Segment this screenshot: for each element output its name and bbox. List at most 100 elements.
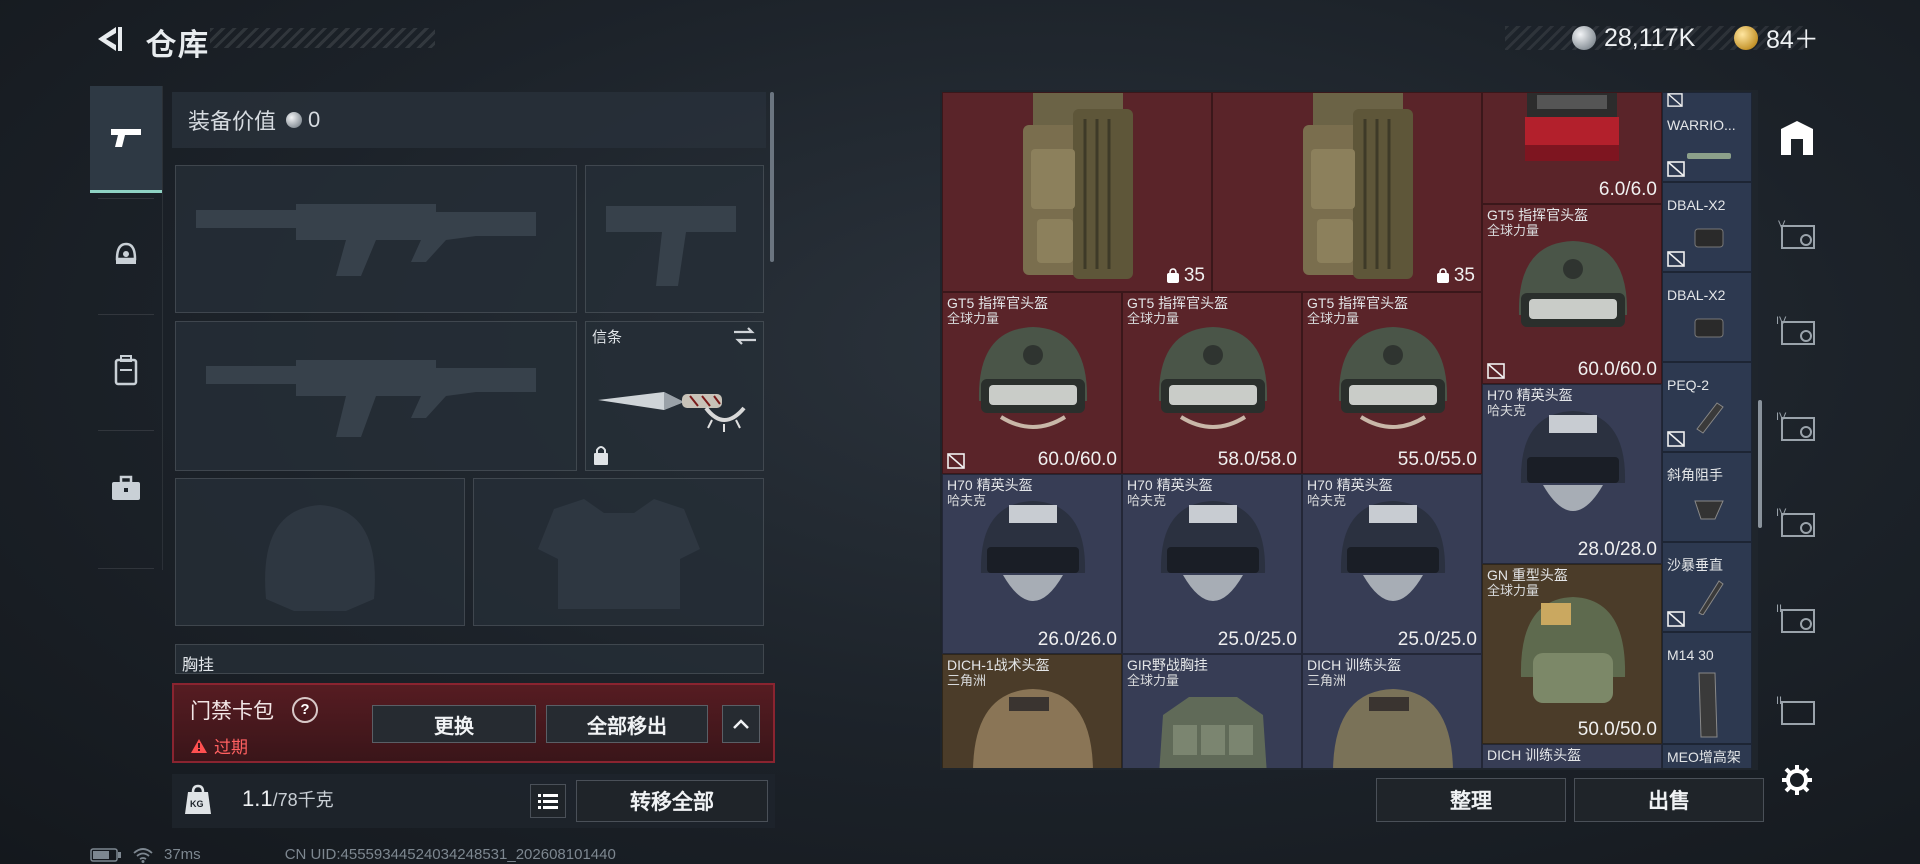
- no-insurance-icon: [1667, 611, 1685, 627]
- page-title: 仓库: [146, 29, 210, 62]
- helmet-slot[interactable]: [175, 478, 465, 626]
- help-button[interactable]: ?: [292, 697, 318, 723]
- ping-text: 37ms: [164, 846, 201, 863]
- pistol-slot[interactable]: [585, 165, 764, 313]
- pistol-icon: [111, 129, 141, 147]
- attachment-item[interactable]: 斜角阻手: [1662, 452, 1752, 542]
- stash-item[interactable]: GIR野战胸挂 全球力量: [1122, 654, 1302, 768]
- case-icon: II: [1776, 603, 1815, 633]
- melee-slot[interactable]: 信条: [585, 321, 764, 471]
- case-icon: V: [1778, 219, 1815, 249]
- stash-item[interactable]: GT5 指挥官头盔 全球力量 60.0/60.0: [1482, 204, 1662, 384]
- remove-all-button[interactable]: 全部移出: [546, 705, 708, 743]
- stash-item[interactable]: GT5 指挥官头盔 全球力量 58.0/58.0: [1122, 292, 1302, 474]
- attachment-item[interactable]: MEO增高架: [1662, 744, 1752, 768]
- bag-icon: [1436, 268, 1449, 283]
- collapse-button[interactable]: [722, 705, 760, 743]
- warehouse-tab[interactable]: [1775, 118, 1819, 158]
- chest-rig-slot[interactable]: 胸挂: [175, 644, 764, 674]
- nav-helmets[interactable]: [90, 202, 162, 306]
- attachment-item[interactable]: WARRIO...: [1662, 92, 1752, 182]
- stash-item[interactable]: H70 精英头盔 哈夫克 25.0/25.0: [1122, 474, 1302, 654]
- sort-button[interactable]: 整理: [1376, 778, 1566, 822]
- attachment-item[interactable]: DBAL-X2: [1662, 182, 1752, 272]
- gold-amount: 84＋: [1766, 26, 1819, 54]
- rifle-silhouette-icon: [206, 360, 536, 437]
- primary-weapon-slot[interactable]: [175, 165, 577, 313]
- no-insurance-icon: [1667, 431, 1685, 447]
- bag-icon: [1166, 268, 1179, 283]
- list-view-button[interactable]: [530, 784, 566, 818]
- attachment-item[interactable]: DBAL-X2: [1662, 272, 1752, 362]
- vest-icon: [1159, 697, 1267, 768]
- stash-item[interactable]: 6.0/6.0: [1482, 92, 1662, 204]
- helmet-icon: [980, 501, 1086, 601]
- attachment-icon: [1694, 318, 1724, 338]
- stash-item[interactable]: GT5 指挥官头盔 全球力量 55.0/55.0: [1302, 292, 1482, 474]
- stash-item[interactable]: H70 精英头盔 哈夫克 25.0/25.0: [1302, 474, 1482, 654]
- settings-button[interactable]: [1775, 760, 1819, 800]
- svg-text:II: II: [1776, 695, 1782, 707]
- vest-silhouette-icon: [538, 499, 700, 609]
- stash-item[interactable]: H70 精英头盔 哈夫克 26.0/26.0: [942, 474, 1122, 654]
- capacity-max: /78千克: [272, 790, 334, 810]
- sell-button[interactable]: 出售: [1574, 778, 1764, 822]
- stash-item[interactable]: DICH 训练头盔: [1482, 744, 1662, 768]
- attachment-item[interactable]: PEQ-2: [1662, 362, 1752, 452]
- warehouse-icon: [1781, 121, 1813, 155]
- stash-item-large[interactable]: 35: [942, 92, 1212, 292]
- secondary-weapon-slot[interactable]: [175, 321, 577, 471]
- case-tab-2b[interactable]: II: [1775, 690, 1819, 730]
- silver-currency[interactable]: 28,117K: [1572, 22, 1695, 54]
- attachment-item[interactable]: M14 30: [1662, 632, 1752, 744]
- category-nav: [90, 86, 163, 570]
- chevron-up-icon: [733, 719, 749, 729]
- attachment-item[interactable]: 沙暴垂直: [1662, 542, 1752, 632]
- stash-scrollbar[interactable]: [1758, 400, 1762, 528]
- nav-cases[interactable]: [90, 436, 162, 540]
- case-tab-4c[interactable]: IV: [1775, 502, 1819, 542]
- attachment-icon: [1687, 153, 1731, 159]
- stash-item[interactable]: GN 重型头盔 全球力量 50.0/50.0: [1482, 564, 1662, 744]
- back-arrow-icon[interactable]: [92, 24, 126, 54]
- replace-button[interactable]: 更换: [372, 705, 536, 743]
- magazine-icon: [1698, 672, 1718, 738]
- stash-grid[interactable]: 35 35 6.0/6.0 GT5 指挥官头盔 全球力量 60.0/60.0 G…: [942, 92, 1664, 768]
- stash-item[interactable]: DICH-1战术头盔 三角洲: [942, 654, 1122, 768]
- helmet-icon: [973, 689, 1093, 768]
- container-rail: V IV IV IV II II: [1765, 96, 1829, 796]
- helmet-icon: [1158, 327, 1268, 429]
- case-icon: IV: [1776, 507, 1815, 537]
- armor-slot[interactable]: [473, 478, 764, 626]
- gold-currency[interactable]: 84＋: [1734, 22, 1819, 54]
- no-insurance-icon: [1487, 363, 1505, 379]
- case-tab-2[interactable]: II: [1775, 598, 1819, 638]
- transfer-all-button[interactable]: 转移全部: [576, 780, 768, 822]
- case-tab-4b[interactable]: IV: [1775, 406, 1819, 446]
- item-quantity: 35: [1166, 265, 1205, 287]
- stash-item[interactable]: H70 精英头盔 哈夫克 28.0/28.0: [1482, 384, 1662, 564]
- case-tab-5[interactable]: V: [1775, 214, 1819, 254]
- item-quantity: 35: [1436, 265, 1475, 287]
- backpack-icon: [1303, 93, 1413, 279]
- equipment-scrollbar[interactable]: [770, 92, 774, 262]
- helmet-icon: [1333, 689, 1453, 768]
- stash-item[interactable]: GT5 指挥官头盔 全球力量 60.0/60.0: [942, 292, 1122, 474]
- wifi-icon: [133, 847, 153, 863]
- helmet-icon: [1520, 411, 1626, 511]
- equipment-value-bar: 装备价值 0: [172, 92, 766, 148]
- no-insurance-icon: [1667, 251, 1685, 267]
- no-insurance-icon: [947, 453, 965, 469]
- helmet-icon: [1518, 241, 1628, 327]
- attachment-icon: [1698, 580, 1724, 615]
- swap-icon[interactable]: [732, 326, 758, 346]
- nav-backpacks[interactable]: [90, 318, 162, 422]
- stash-item-large[interactable]: 35: [1212, 92, 1482, 292]
- gold-coin-icon: [1734, 26, 1758, 50]
- lock-icon: [594, 446, 608, 465]
- case-tab-4a[interactable]: IV: [1775, 310, 1819, 350]
- nav-weapons[interactable]: [90, 86, 162, 193]
- crate-icon: [1525, 93, 1619, 161]
- stash-item[interactable]: DICH 训练头盔 三角洲: [1302, 654, 1482, 768]
- helmet-icon: [1340, 501, 1446, 601]
